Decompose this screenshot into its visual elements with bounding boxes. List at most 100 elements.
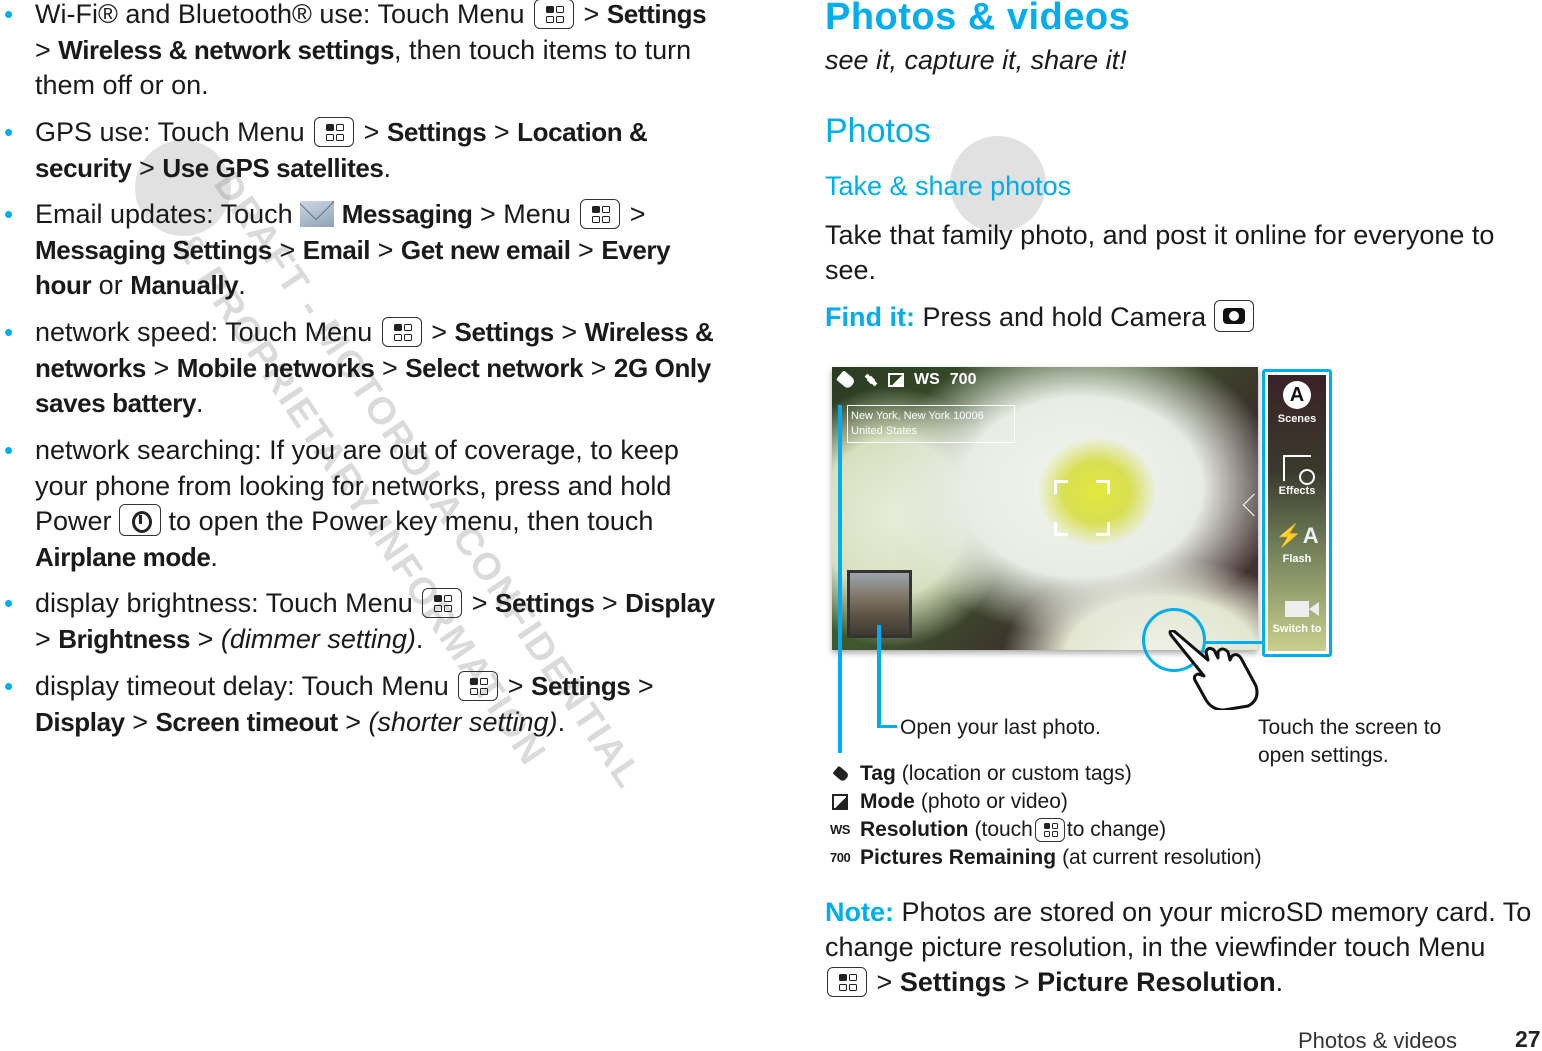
- photo-mode-icon: [888, 373, 904, 387]
- hand-pointer-icon: [1168, 630, 1259, 710]
- bullet-text: Settings: [386, 117, 487, 147]
- menu-key-icon: [381, 317, 422, 347]
- scenes-icon: A: [1283, 381, 1311, 409]
- bullet-text: >: [464, 588, 496, 618]
- section-heading: Photos: [825, 112, 931, 150]
- bullet-text: Settings: [606, 0, 707, 29]
- bullet-text: Settings: [531, 671, 631, 701]
- bullet-text: Get new email: [400, 234, 571, 265]
- bullet-dot: •: [4, 317, 14, 347]
- icon-legend: Tag (location or custom tags) Mode (phot…: [830, 760, 1262, 872]
- callout-line-last-photo-h: [877, 725, 897, 728]
- bullet-item: • GPS use: Touch Menu > Settings > Locati…: [0, 115, 720, 186]
- callout-last-photo: Open your last photo.: [900, 716, 1101, 739]
- gps-satellite-icon: [864, 373, 878, 387]
- bullet-text: .: [383, 152, 391, 183]
- legend-row-resolution: WS Resolution (touch to change): [830, 816, 1262, 844]
- bullet-text: .: [557, 706, 566, 737]
- messaging-icon: [300, 201, 335, 227]
- menu-key-icon: [1034, 818, 1065, 842]
- find-it-label: Find it:: [825, 302, 915, 332]
- bullet-item: • Email updates: Touch Messaging > Menu >…: [0, 197, 720, 304]
- scenes-button[interactable]: A Scenes: [1268, 381, 1326, 425]
- bullet-text: >: [35, 623, 59, 654]
- effects-icon: [1283, 455, 1315, 485]
- tag-icon: [832, 765, 850, 783]
- bullet-text: Select network: [405, 352, 584, 383]
- bullet-text: >: [583, 352, 614, 383]
- bullet-text: Manually: [130, 270, 239, 300]
- pictures-remaining: 700: [949, 371, 977, 388]
- bullet-text: >: [124, 706, 156, 737]
- camera-viewfinder[interactable]: WS 700 New York, New York 10006 United S…: [832, 367, 1258, 650]
- mode-icon: [832, 794, 848, 810]
- location-tag: New York, New York 10006 United States: [847, 405, 1015, 443]
- bullet-text: Display: [35, 706, 125, 737]
- legend-row-mode: Mode (photo or video): [830, 788, 1262, 816]
- resolution-indicator: WS: [914, 371, 940, 388]
- bullet-item: • network searching: If you are out of co…: [0, 433, 720, 575]
- bullet-text: (dimmer setting): [220, 623, 416, 654]
- footer-section-name: Photos & videos: [1298, 1028, 1457, 1051]
- bullet-text: >: [370, 234, 401, 265]
- bullet-text: .: [196, 388, 204, 418]
- bullet-text: Messaging: [341, 199, 473, 229]
- bullet-text: Email updates: Touch: [35, 199, 301, 229]
- bullet-text: Settings: [454, 317, 555, 347]
- menu-key-icon: [580, 199, 621, 229]
- bullet-text: GPS use: Touch Menu: [35, 117, 313, 147]
- flash-button[interactable]: ⚡A Flash: [1268, 523, 1326, 565]
- bullet-text: or: [91, 270, 131, 300]
- flash-label: Flash: [1282, 553, 1312, 565]
- callout-line-last-photo: [877, 625, 881, 728]
- focus-brackets: [1054, 480, 1110, 536]
- bullet-text: to open the Power key menu, then touch: [161, 506, 654, 536]
- tag-icon: [836, 370, 856, 390]
- callout-line-status: [838, 405, 842, 753]
- camera-key-icon: [1213, 300, 1254, 332]
- bullet-text: >: [622, 199, 646, 229]
- bullet-text: >: [576, 0, 607, 29]
- bullet-text: >: [337, 706, 369, 737]
- bullet-dot: •: [4, 199, 14, 229]
- bullet-dot: •: [4, 588, 14, 618]
- legend-row-remaining: 700 Pictures Remaining (at current resol…: [830, 844, 1262, 872]
- panel-collapse-arrow-icon[interactable]: [1242, 493, 1258, 517]
- bullet-text: >: [271, 234, 303, 265]
- bullet-text: .: [210, 541, 218, 572]
- video-icon: [1285, 601, 1309, 617]
- bullet-dot: •: [4, 0, 14, 29]
- bullet-text: >: [570, 234, 602, 265]
- bullet-text: >: [486, 117, 518, 147]
- find-it-text: Press and hold Camera: [922, 302, 1207, 332]
- intro-paragraph: Take that family photo, and post it onli…: [825, 220, 1495, 285]
- bullet-text: >: [131, 152, 163, 183]
- bullet-text: Screen timeout: [155, 706, 338, 737]
- subsection-heading: Take & share photos: [825, 171, 1072, 201]
- bullet-text: Brightness: [58, 623, 191, 654]
- bullet-text: >: [500, 671, 532, 701]
- switch-to-video-button[interactable]: Switch to: [1268, 601, 1326, 635]
- note-paragraph: Note: Photos are stored on your microSD …: [825, 897, 1532, 997]
- page-title: Photos & videos: [825, 0, 1131, 38]
- bullet-text: > Menu: [472, 199, 579, 229]
- bullet-text: >: [356, 117, 387, 147]
- effects-button[interactable]: Effects: [1268, 455, 1326, 497]
- bullet-dot: •: [4, 435, 14, 465]
- bullet-text: Email: [302, 234, 371, 265]
- page-number: 27: [1515, 1026, 1541, 1051]
- bullet-text: >: [630, 671, 654, 701]
- page-subtitle: see it, capture it, share it!: [825, 45, 1127, 75]
- menu-key-icon: [422, 588, 463, 618]
- bullet-text: >: [190, 623, 221, 654]
- pictures-remaining-icon: 700: [830, 850, 851, 865]
- find-it: Find it: Press and hold Camera: [825, 300, 1254, 333]
- power-key-icon: [119, 504, 162, 536]
- bullet-text: network speed: Touch Menu: [35, 317, 380, 347]
- bullet-text: .: [238, 270, 246, 300]
- bullet-text: Mobile networks: [176, 352, 375, 383]
- bullet-text: Messaging Settings: [35, 234, 272, 265]
- menu-key-icon: [827, 967, 867, 997]
- menu-key-icon: [534, 0, 575, 29]
- effects-label: Effects: [1278, 485, 1316, 497]
